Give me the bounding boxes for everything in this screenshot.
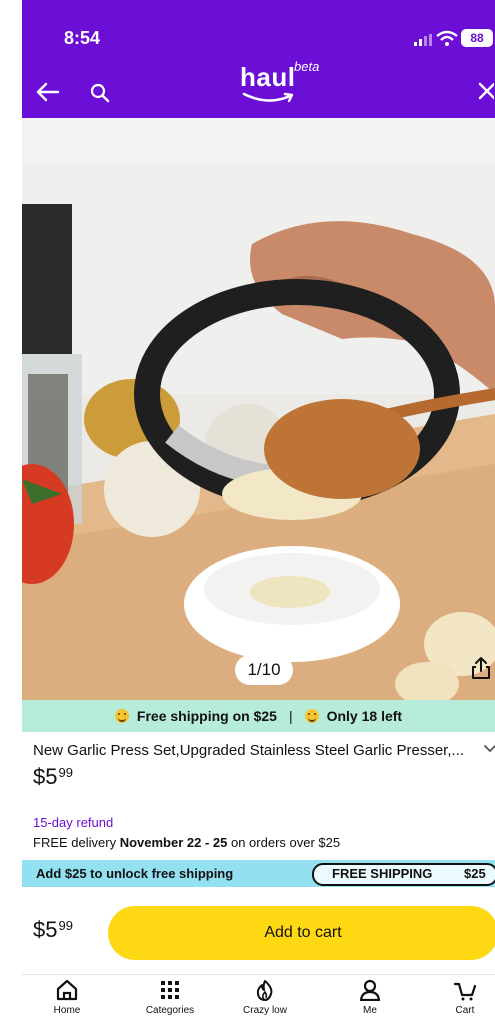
flame-icon [256, 980, 273, 1001]
search-icon[interactable] [90, 83, 110, 103]
person-icon [359, 979, 381, 1001]
product-photo [22, 164, 495, 700]
home-icon [56, 979, 78, 1001]
nav-home[interactable]: Home [22, 979, 112, 1016]
product-price: $599 [33, 764, 73, 790]
grid-icon [161, 981, 179, 999]
cart-price: $599 [33, 917, 73, 943]
signal-icon [414, 34, 432, 46]
logo-beta-tag: beta [294, 59, 320, 74]
cart-price-cents: 99 [58, 918, 73, 933]
nav-cart-label: Cart [455, 1005, 475, 1016]
chevron-down-icon[interactable] [484, 744, 495, 754]
haul-logo: haul beta [236, 59, 326, 103]
delivery-info: FREE delivery November 22 - 25 on orders… [33, 835, 340, 850]
wifi-icon [436, 30, 458, 46]
promo-strip: Free shipping on $25 | Only 18 left [22, 700, 495, 732]
free-shipping-label: FREE SHIPPING [332, 866, 433, 881]
product-title[interactable]: New Garlic Press Set,Upgraded Stainless … [33, 742, 473, 759]
add-to-cart-button[interactable]: Add to cart [108, 906, 495, 960]
close-icon[interactable] [478, 80, 494, 100]
nav-crazy-low-label: Crazy low [243, 1005, 287, 1016]
cart-icon [453, 982, 477, 1001]
free-shipping-threshold: $25 [464, 866, 486, 881]
bottom-navigation: Home Categories Crazy low Me Cart [22, 974, 495, 1022]
delivery-suffix: on orders over $25 [227, 835, 341, 850]
nav-me-label: Me [363, 1005, 377, 1016]
share-icon[interactable] [470, 656, 492, 680]
free-shipping-badge: FREE SHIPPING $25 [312, 863, 495, 886]
logo-word: haul [240, 62, 296, 92]
worried-emoji-icon [304, 709, 319, 723]
logo-smile-icon [242, 92, 294, 103]
smile-emoji-icon [114, 709, 129, 723]
nav-home-label: Home [53, 1005, 81, 1016]
promo-divider: | [288, 708, 293, 724]
delivery-dates: November 22 - 25 [119, 835, 228, 850]
nav-categories[interactable]: Categories [125, 979, 215, 1016]
price-cents: 99 [58, 765, 73, 780]
status-time: 8:54 [64, 28, 101, 48]
nav-crazy-low[interactable]: Crazy low [220, 979, 310, 1016]
shipping-unlock-message: Add $25 to unlock free shipping [36, 866, 234, 881]
free-shipping-bar: Add $25 to unlock free shipping FREE SHI… [22, 860, 495, 887]
nav-cart[interactable]: Cart [420, 979, 495, 1016]
free-shipping-promo: Free shipping on $25 [136, 708, 277, 724]
delivery-prefix: FREE delivery [33, 835, 120, 850]
nav-categories-label: Categories [145, 1005, 195, 1016]
refund-policy[interactable]: 15-day refund [33, 815, 113, 830]
image-page-counter: 1/10 [235, 655, 293, 685]
battery-indicator: 88 [461, 29, 493, 47]
product-image-gallery[interactable] [22, 118, 495, 700]
price-dollars: $5 [33, 764, 58, 789]
cart-price-dollars: $5 [33, 917, 58, 942]
back-arrow-icon[interactable] [36, 82, 60, 102]
nav-me[interactable]: Me [325, 979, 415, 1016]
stock-notice: Only 18 left [326, 708, 403, 724]
